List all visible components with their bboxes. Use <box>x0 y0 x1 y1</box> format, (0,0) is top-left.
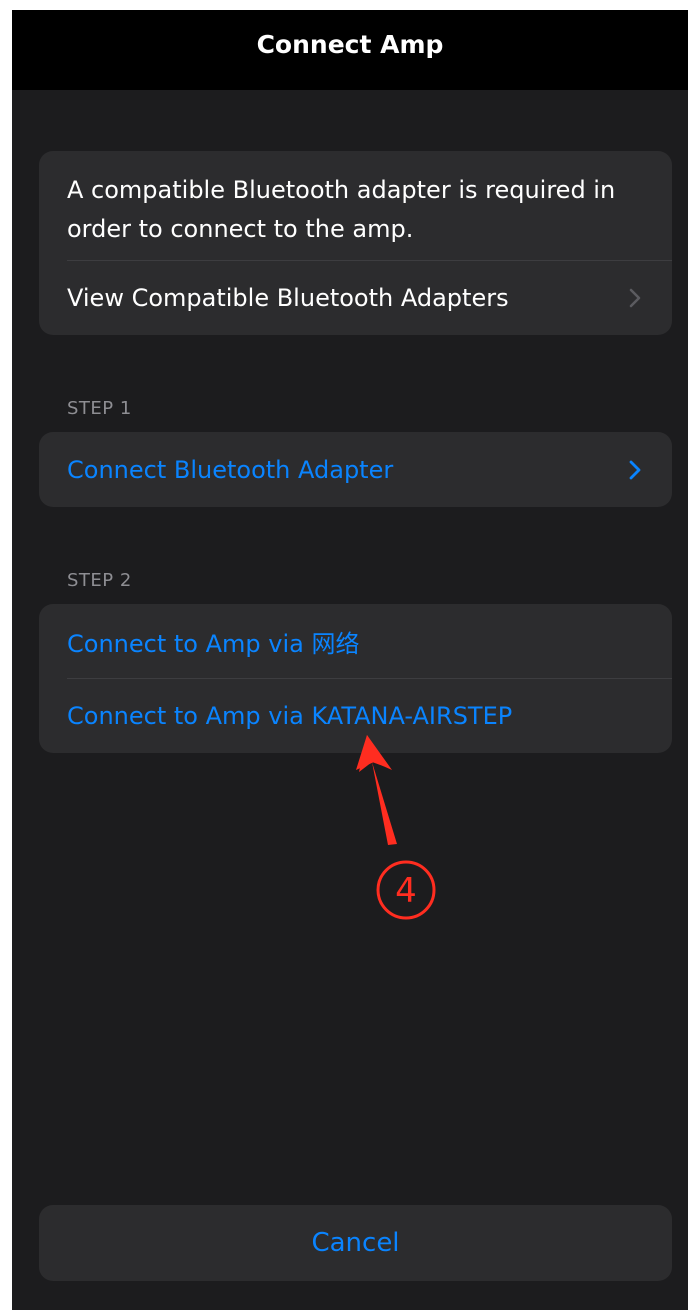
step2-header: STEP 2 <box>67 570 132 591</box>
cancel-button[interactable]: Cancel <box>39 1205 672 1281</box>
step2-card: Connect to Amp via 网络 Connect to Amp via… <box>39 604 672 753</box>
cancel-card: Cancel <box>39 1205 672 1281</box>
view-compatible-adapters-label: View Compatible Bluetooth Adapters <box>67 284 509 312</box>
annotation-marker-circle <box>376 860 436 920</box>
chevron-right-icon <box>629 288 641 308</box>
annotation-marker-label: 4 <box>395 871 417 911</box>
connect-via-katana-airstep-row[interactable]: Connect to Amp via KATANA-AIRSTEP <box>39 679 672 753</box>
connect-bluetooth-adapter-row[interactable]: Connect Bluetooth Adapter <box>39 432 672 507</box>
connect-bluetooth-adapter-label: Connect Bluetooth Adapter <box>67 455 394 484</box>
adapter-info-card: A compatible Bluetooth adapter is requir… <box>39 151 672 335</box>
connect-via-network-label: Connect to Amp via 网络 <box>67 629 360 658</box>
adapter-requirement-message: A compatible Bluetooth adapter is requir… <box>67 176 616 243</box>
connect-via-network-row[interactable]: Connect to Amp via 网络 <box>39 604 672 678</box>
step1-card: Connect Bluetooth Adapter <box>39 432 672 507</box>
navigation-bar: Connect Amp <box>12 10 688 90</box>
view-compatible-adapters-row[interactable]: View Compatible Bluetooth Adapters <box>39 261 672 335</box>
connect-via-katana-airstep-label: Connect to Amp via KATANA-AIRSTEP <box>67 702 513 730</box>
page-title: Connect Amp <box>256 29 444 59</box>
step1-header: STEP 1 <box>67 398 132 419</box>
connect-amp-screen: Connect Amp A compatible Bluetooth adapt… <box>12 10 688 1310</box>
chevron-right-icon <box>629 460 641 479</box>
